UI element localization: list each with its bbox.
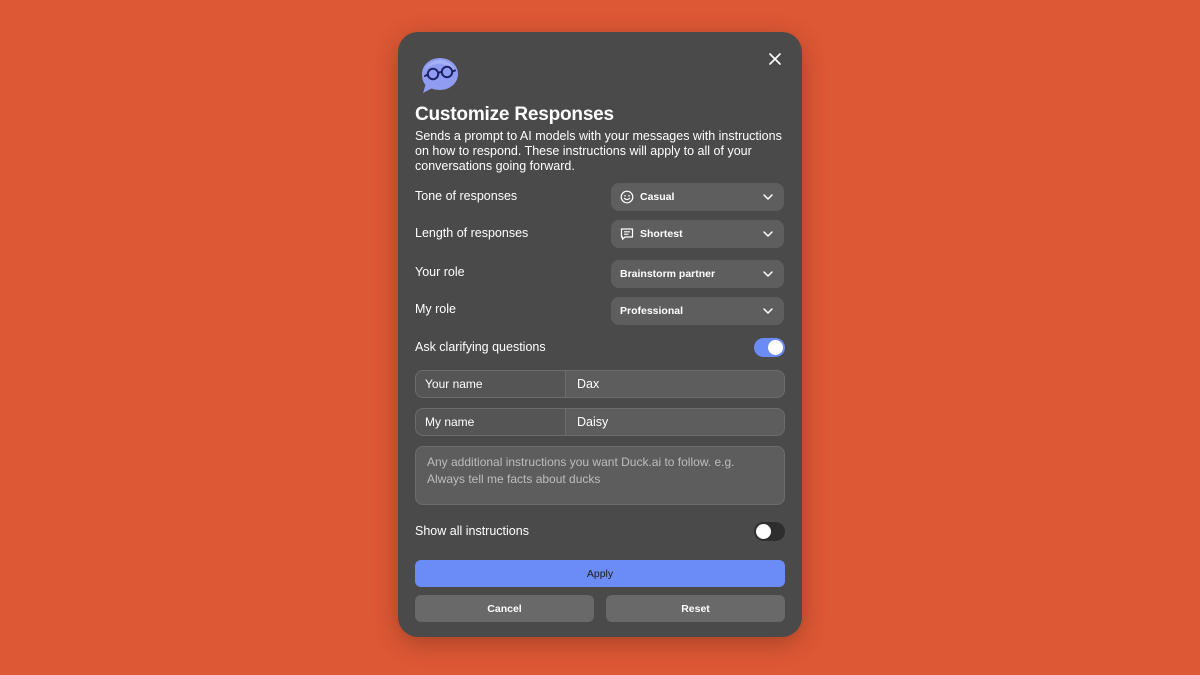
show-all-label: Show all instructions bbox=[415, 524, 529, 538]
chevron-down-icon bbox=[762, 191, 774, 203]
close-icon[interactable] bbox=[764, 48, 786, 70]
your-name-field[interactable]: Your name Dax bbox=[415, 370, 785, 398]
my-name-label: My name bbox=[416, 409, 566, 435]
my-role-select[interactable]: Professional bbox=[611, 297, 784, 325]
dialog-title: Customize Responses bbox=[415, 104, 614, 125]
apply-button[interactable]: Apply bbox=[415, 560, 785, 587]
customize-responses-dialog: Customize Responses Sends a prompt to AI… bbox=[398, 32, 802, 637]
smiley-icon bbox=[620, 190, 634, 204]
toggle-knob bbox=[768, 340, 783, 355]
chevron-down-icon bbox=[762, 305, 774, 317]
toggle-knob bbox=[756, 524, 771, 539]
length-label: Length of responses bbox=[415, 226, 529, 240]
your-role-select[interactable]: Brainstorm partner bbox=[611, 260, 784, 288]
clarifying-label: Ask clarifying questions bbox=[415, 340, 546, 354]
dialog-description: Sends a prompt to AI models with your me… bbox=[415, 129, 782, 173]
your-name-label: Your name bbox=[416, 371, 566, 397]
additional-instructions-textarea[interactable]: Any additional instructions you want Duc… bbox=[415, 446, 785, 505]
your-role-value: Brainstorm partner bbox=[620, 268, 716, 280]
my-name-input[interactable]: Daisy bbox=[566, 409, 784, 435]
glasses-chat-bubble-icon bbox=[418, 54, 462, 98]
length-select[interactable]: Shortest bbox=[611, 220, 784, 248]
chevron-down-icon bbox=[762, 268, 774, 280]
tone-label: Tone of responses bbox=[415, 189, 518, 203]
tone-select[interactable]: Casual bbox=[611, 183, 784, 211]
clarifying-toggle[interactable] bbox=[754, 338, 785, 357]
reset-button[interactable]: Reset bbox=[606, 595, 785, 622]
cancel-button[interactable]: Cancel bbox=[415, 595, 594, 622]
my-role-value: Professional bbox=[620, 305, 684, 317]
your-name-input[interactable]: Dax bbox=[566, 371, 784, 397]
your-role-label: Your role bbox=[415, 265, 465, 279]
chevron-down-icon bbox=[762, 228, 774, 240]
length-value: Shortest bbox=[640, 228, 683, 240]
my-role-label: My role bbox=[415, 302, 456, 316]
message-lines-icon bbox=[620, 227, 634, 241]
tone-value: Casual bbox=[640, 191, 675, 203]
my-name-field[interactable]: My name Daisy bbox=[415, 408, 785, 436]
show-all-toggle[interactable] bbox=[754, 522, 785, 541]
